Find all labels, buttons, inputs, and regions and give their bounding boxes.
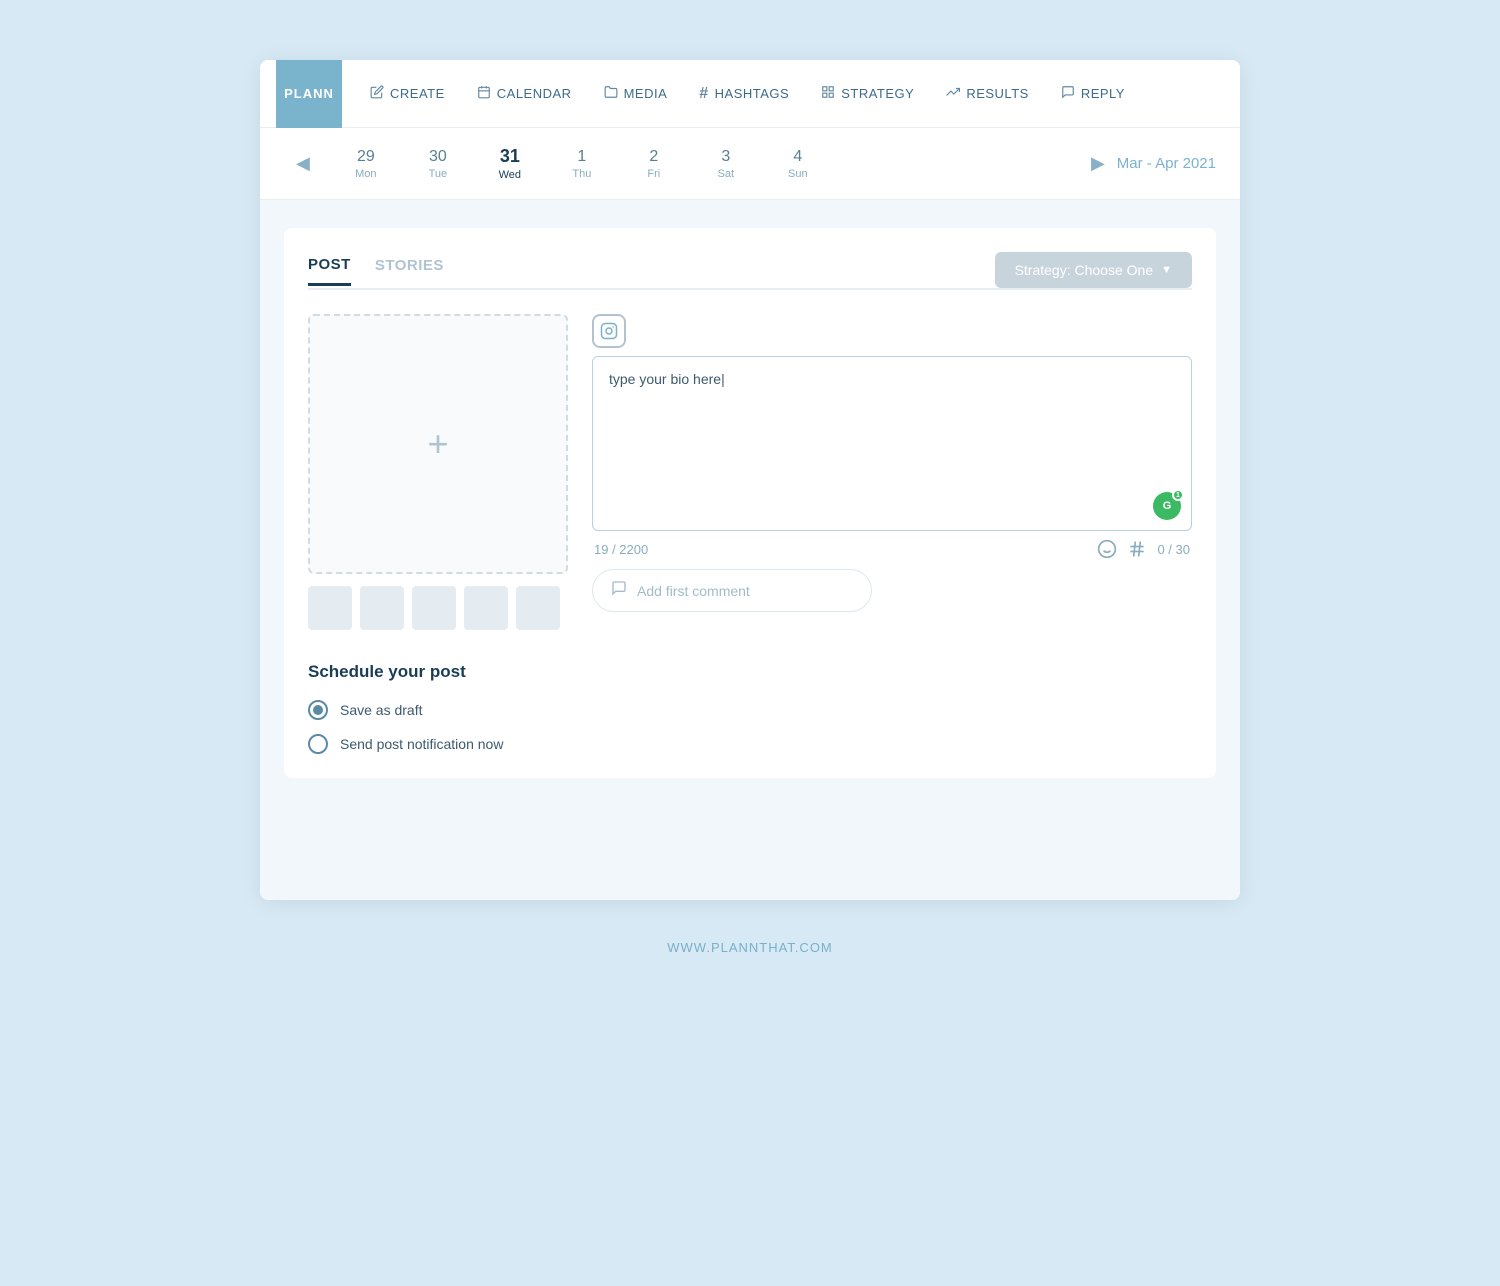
nav-item-reply[interactable]: REPLY xyxy=(1049,77,1137,110)
calendar-day-1[interactable]: 30 Tue xyxy=(402,144,474,184)
radio-label-notify: Send post notification now xyxy=(340,736,503,752)
char-count-row: 19 / 2200 xyxy=(592,539,1192,559)
nav-item-create[interactable]: CREATE xyxy=(358,77,457,110)
upload-drop-zone[interactable]: + xyxy=(308,314,568,574)
nav-item-hashtags[interactable]: # HASHTAGS xyxy=(687,77,801,111)
calendar-bar: ◀ 29 Mon 30 Tue 31 Wed 1 Thu 2 Fri xyxy=(260,128,1240,200)
footer-text: WWW.PLANNTHAT.COM xyxy=(667,940,833,955)
thumbnail-3[interactable] xyxy=(412,586,456,630)
instagram-icon[interactable] xyxy=(592,314,626,348)
calendar-day-3[interactable]: 1 Thu xyxy=(546,144,618,184)
nav-bar: PLANN CREATE CALENDAR MEDIA xyxy=(260,60,1240,128)
schedule-section: Schedule your post Save as draft Send po… xyxy=(308,662,1192,754)
content-card: POST STORIES Strategy: Choose One ▼ + xyxy=(284,228,1216,778)
radio-label-draft: Save as draft xyxy=(340,702,423,718)
add-comment-button[interactable]: Add first comment xyxy=(592,569,872,612)
reply-icon xyxy=(1061,85,1075,102)
calendar-day-4[interactable]: 2 Fri xyxy=(618,144,690,184)
thumbnail-2[interactable] xyxy=(360,586,404,630)
grammarly-wrap: G 1 xyxy=(1153,492,1181,520)
strategy-dropdown-wrap: Strategy: Choose One ▼ xyxy=(995,252,1192,288)
hashtag-icon: # xyxy=(699,85,708,103)
main-content: POST STORIES Strategy: Choose One ▼ + xyxy=(260,200,1240,900)
radio-circle-draft xyxy=(308,700,328,720)
grammarly-button[interactable]: G 1 xyxy=(1153,492,1181,520)
tab-stories[interactable]: STORIES xyxy=(375,257,444,284)
caption-area: type your bio here| G 1 19 / 2200 xyxy=(592,314,1192,630)
comment-icon xyxy=(611,580,627,601)
tab-post[interactable]: POST xyxy=(308,256,351,286)
tabs-row: POST STORIES Strategy: Choose One ▼ xyxy=(308,252,1192,290)
strategy-icon xyxy=(821,85,835,102)
next-arrow[interactable]: ▶ xyxy=(1079,149,1117,178)
caption-input[interactable]: type your bio here| xyxy=(593,357,1191,525)
prev-arrow[interactable]: ◀ xyxy=(284,149,322,178)
strategy-button[interactable]: Strategy: Choose One ▼ xyxy=(995,252,1192,288)
page-footer: WWW.PLANNTHAT.COM xyxy=(667,940,833,975)
radio-group: Save as draft Send post notification now xyxy=(308,700,1192,754)
hashtag-button[interactable] xyxy=(1127,539,1147,559)
emoji-button[interactable] xyxy=(1097,539,1117,559)
image-upload-area: + xyxy=(308,314,568,630)
results-icon xyxy=(946,85,960,102)
nav-item-results[interactable]: RESULTS xyxy=(934,77,1041,110)
right-tools: 0 / 30 xyxy=(1097,539,1190,559)
thumbnail-1[interactable] xyxy=(308,586,352,630)
nav-item-media[interactable]: MEDIA xyxy=(592,77,680,110)
nav-item-calendar[interactable]: CALENDAR xyxy=(465,77,584,110)
nav-item-strategy[interactable]: STRATEGY xyxy=(809,77,926,110)
radio-send-notification[interactable]: Send post notification now xyxy=(308,734,1192,754)
calendar-day-2[interactable]: 31 Wed xyxy=(474,142,546,185)
calendar-icon xyxy=(477,85,491,102)
radio-inner-draft xyxy=(313,705,323,715)
char-count: 19 / 2200 xyxy=(594,542,648,557)
calendar-days: 29 Mon 30 Tue 31 Wed 1 Thu 2 Fri 3 Sat xyxy=(330,142,1079,185)
caption-textarea-wrap: type your bio here| G 1 xyxy=(592,356,1192,531)
radio-circle-notify xyxy=(308,734,328,754)
calendar-day-6[interactable]: 4 Sun xyxy=(762,144,834,184)
thumbnail-5[interactable] xyxy=(516,586,560,630)
hashtag-count: 0 / 30 xyxy=(1157,542,1190,557)
instagram-icon-wrap xyxy=(592,314,1192,348)
add-media-icon: + xyxy=(427,426,448,462)
media-icon xyxy=(604,85,618,102)
calendar-day-5[interactable]: 3 Sat xyxy=(690,144,762,184)
chevron-down-icon: ▼ xyxy=(1161,264,1172,276)
post-layout: + xyxy=(308,314,1192,630)
thumbnail-row xyxy=(308,586,568,630)
thumbnail-4[interactable] xyxy=(464,586,508,630)
calendar-range: Mar - Apr 2021 xyxy=(1117,155,1216,172)
logo[interactable]: PLANN xyxy=(276,60,342,128)
comment-placeholder: Add first comment xyxy=(637,583,750,599)
calendar-day-0[interactable]: 29 Mon xyxy=(330,144,402,184)
create-icon xyxy=(370,85,384,102)
radio-save-draft[interactable]: Save as draft xyxy=(308,700,1192,720)
schedule-title: Schedule your post xyxy=(308,662,1192,682)
nav-items: CREATE CALENDAR MEDIA # HASHTAGS xyxy=(358,77,1224,111)
